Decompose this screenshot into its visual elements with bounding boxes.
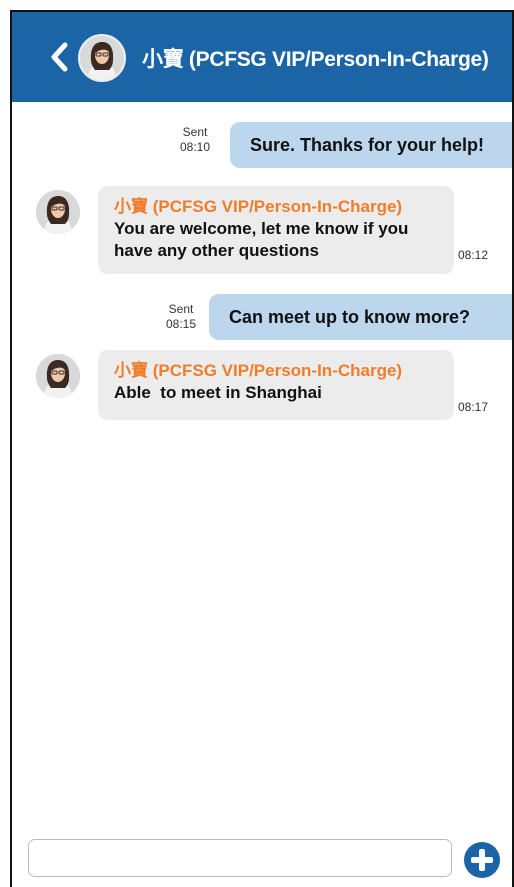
message-time: 08:15 [165,317,197,331]
plus-circle-icon[interactable] [463,841,501,879]
sender-avatar[interactable] [36,190,80,234]
sender-avatar[interactable] [36,354,80,398]
sender-name: 小寶 (PCFSG VIP/Person-In-Charge) [114,197,403,216]
person-avatar-icon [80,36,124,80]
chat-title: 小寶 (PCFSG VIP/Person-In-Charge) [142,48,489,71]
message-list[interactable]: Sent 08:10 Sure. Thanks for your help! 小… [12,102,512,832]
chat-header: 小寶 (PCFSG VIP/Person-In-Charge) [12,12,512,102]
message-time: 08:17 [458,400,489,414]
message-text-line: have any other questions [114,241,319,260]
message-meta: Sent 08:15 [162,302,200,332]
chevron-left-icon[interactable] [46,40,72,74]
incoming-message[interactable]: 小寶 (PCFSG VIP/Person-In-Charge) Able to … [98,350,454,420]
message-text: Sure. Thanks for your help! [250,134,485,155]
incoming-message[interactable]: 小寶 (PCFSG VIP/Person-In-Charge) You are … [98,186,454,274]
outgoing-message[interactable]: Can meet up to know more? [209,294,512,340]
person-avatar-icon [36,190,80,234]
message-input[interactable] [28,839,452,877]
sent-status: Sent [168,302,194,316]
message-time: 08:10 [179,140,211,154]
message-composer [12,832,512,887]
message-time: 08:12 [458,248,489,262]
outgoing-message[interactable]: Sure. Thanks for your help! [230,122,512,168]
message-text: Can meet up to know more? [229,306,471,327]
sender-name: 小寶 (PCFSG VIP/Person-In-Charge) [114,361,403,380]
sent-status: Sent [182,125,208,139]
contact-avatar[interactable] [78,34,126,82]
person-avatar-icon [36,354,80,398]
message-meta: Sent 08:10 [176,125,214,155]
message-text-line: You are welcome, let me know if you [114,219,409,238]
chat-screen: 小寶 (PCFSG VIP/Person-In-Charge) Sent 08:… [10,10,514,887]
message-text-line: Able to meet in Shanghai [114,383,322,402]
